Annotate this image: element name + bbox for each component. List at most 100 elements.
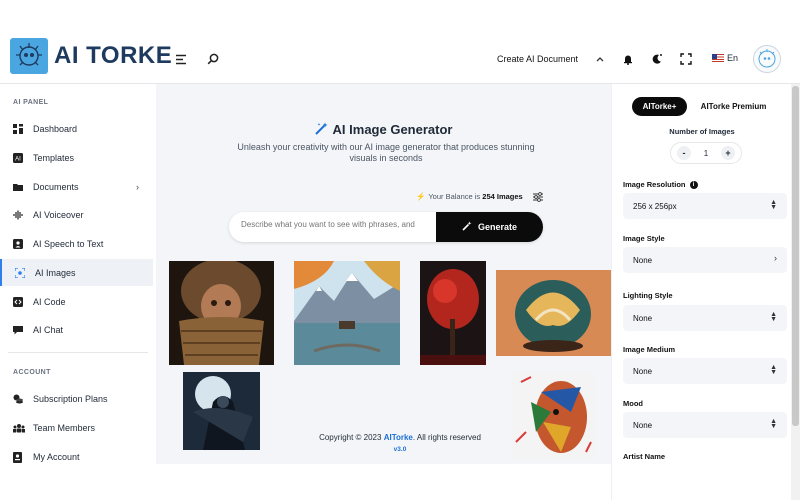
section-title-account: ACCOUNT [13, 369, 51, 376]
app-name: AI TORKE [54, 42, 173, 69]
speech-icon [13, 238, 23, 249]
image-medium-select[interactable]: None ▲ ▼ [623, 358, 787, 384]
page-title: AI Image Generator [156, 122, 611, 138]
sidebar-item-ai-code[interactable]: AI Code [0, 288, 153, 315]
section-title-ai-panel: AI PANEL [13, 99, 49, 106]
number-of-images-stepper: - 1 + [670, 142, 742, 164]
sort-arrows-icon: ▲ ▼ [770, 199, 777, 211]
avatar[interactable] [753, 45, 781, 73]
generate-label: Generate [477, 222, 518, 232]
dashboard-icon [13, 123, 23, 134]
prompt-input[interactable] [241, 220, 431, 229]
sidebar: AI PANEL Dashboard AI Templates Document… [0, 84, 156, 500]
lighting-style-label: Lighting Style [623, 291, 673, 300]
sidebar-item-label: Team Members [33, 422, 96, 433]
lighting-style-select[interactable]: None ▲ ▼ [623, 305, 787, 331]
generated-image-fantasy-diorama[interactable] [496, 270, 611, 356]
us-flag-icon [712, 54, 724, 62]
team-icon [13, 423, 25, 433]
generated-image-mountain-lake[interactable] [294, 261, 400, 365]
image-resolution-select[interactable]: 256 x 256px ▲ ▼ [623, 193, 787, 219]
balance-prefix: Your Balance is [428, 192, 481, 201]
create-ai-document-label: Create AI Document [497, 54, 579, 64]
top-header: AI TORKE Create AI Document En [0, 0, 800, 84]
tab-aitorke-plus[interactable]: AITorke+ [632, 97, 687, 116]
chevron-right-icon: › [774, 253, 777, 263]
generate-button[interactable]: Generate [436, 212, 543, 242]
logo[interactable]: AI TORKE [10, 38, 172, 74]
decrement-button[interactable]: - [677, 146, 691, 160]
tab-aitorke-premium[interactable]: AITorke Premium [691, 97, 776, 116]
chat-icon [13, 325, 23, 335]
chevron-up-icon[interactable] [591, 50, 609, 68]
language-selector[interactable]: En [712, 53, 738, 63]
magic-wand-icon [314, 122, 328, 138]
settings-panel: AITorke+ AITorke Premium Number of Image… [611, 84, 791, 500]
mood-value: None [633, 420, 653, 430]
sidebar-item-ai-voiceover[interactable]: AI Voiceover [0, 201, 153, 228]
scrollbar-thumb[interactable] [792, 86, 799, 426]
number-of-images-value[interactable]: 1 [704, 149, 708, 158]
magic-wand-icon [462, 221, 472, 233]
image-resolution-value: 256 x 256px [633, 201, 677, 211]
page-subtitle: Unleash your creativity with our AI imag… [237, 142, 535, 163]
image-style-select[interactable]: None › [623, 247, 787, 273]
increment-button[interactable]: + [720, 146, 735, 160]
sidebar-divider [8, 352, 148, 353]
code-icon [13, 296, 23, 307]
lightning-icon: ⚡ [416, 192, 426, 201]
sidebar-item-my-account[interactable]: My Account [0, 443, 153, 470]
number-of-images-label: Number of Images [669, 127, 735, 136]
sidebar-item-subscription-plans[interactable]: Subscription Plans [0, 385, 153, 412]
sort-arrows-icon: ▲ ▼ [770, 418, 777, 430]
fullscreen-icon[interactable] [677, 50, 695, 68]
chevron-right-icon: › [136, 181, 139, 192]
sidebar-item-templates[interactable]: AI Templates [0, 144, 153, 171]
sidebar-item-ai-speech-to-text[interactable]: AI Speech to Text [0, 230, 153, 257]
footer-brand-link[interactable]: AITorke [384, 433, 413, 442]
generated-image-baby[interactable] [169, 261, 274, 365]
folder-icon [13, 182, 23, 192]
search-icon[interactable] [204, 50, 222, 68]
image-style-label: Image Style [623, 234, 665, 243]
sliders-icon[interactable] [532, 190, 544, 202]
page-title-text: AI Image Generator [332, 122, 453, 137]
bell-icon[interactable] [619, 50, 637, 68]
image-scan-icon [14, 266, 26, 279]
info-icon[interactable]: i [689, 181, 698, 190]
sort-arrows-icon: ▲ ▼ [770, 364, 777, 376]
sidebar-item-ai-images[interactable]: AI Images [0, 259, 153, 286]
sidebar-item-label: Dashboard [33, 123, 78, 134]
image-resolution-label-text: Image Resolution [623, 180, 686, 189]
sidebar-item-label: AI Voiceover [33, 209, 84, 220]
coins-icon [13, 394, 23, 404]
artist-name-label: Artist Name [623, 452, 666, 461]
image-medium-label: Image Medium [623, 345, 676, 354]
sidebar-item-label: Templates [33, 152, 75, 163]
image-medium-value: None [633, 366, 653, 376]
logo-icon [10, 38, 48, 74]
menu-icon[interactable] [172, 50, 190, 68]
create-ai-document-dropdown[interactable]: Create AI Document [497, 54, 578, 64]
sort-arrows-icon: ▲ ▼ [770, 311, 777, 323]
sidebar-item-team-members[interactable]: Team Members [0, 414, 153, 441]
main-content: AI Image Generator Unleash your creativi… [156, 84, 611, 464]
page-scrollbar[interactable] [791, 84, 800, 500]
sidebar-item-dashboard[interactable]: Dashboard [0, 115, 153, 142]
waveform-icon [13, 210, 23, 220]
mood-select[interactable]: None ▲ ▼ [623, 412, 787, 438]
sidebar-item-ai-chat[interactable]: AI Chat [0, 316, 153, 343]
sidebar-item-label: AI Code [33, 296, 66, 307]
language-label: En [727, 53, 739, 63]
sidebar-item-label: Subscription Plans [33, 393, 108, 404]
sidebar-item-label: My Account [33, 451, 80, 462]
sidebar-item-label: AI Speech to Text [33, 238, 104, 249]
sidebar-item-documents[interactable]: Documents › [0, 173, 153, 200]
dark-mode-icon[interactable] [648, 50, 666, 68]
generated-image-red-tree[interactable] [420, 261, 486, 365]
sidebar-item-label: Documents [33, 181, 79, 192]
account-icon [13, 451, 23, 463]
balance-value: 254 Images [482, 192, 523, 201]
image-style-value: None [633, 255, 653, 265]
sidebar-item-label: AI Images [35, 267, 76, 278]
